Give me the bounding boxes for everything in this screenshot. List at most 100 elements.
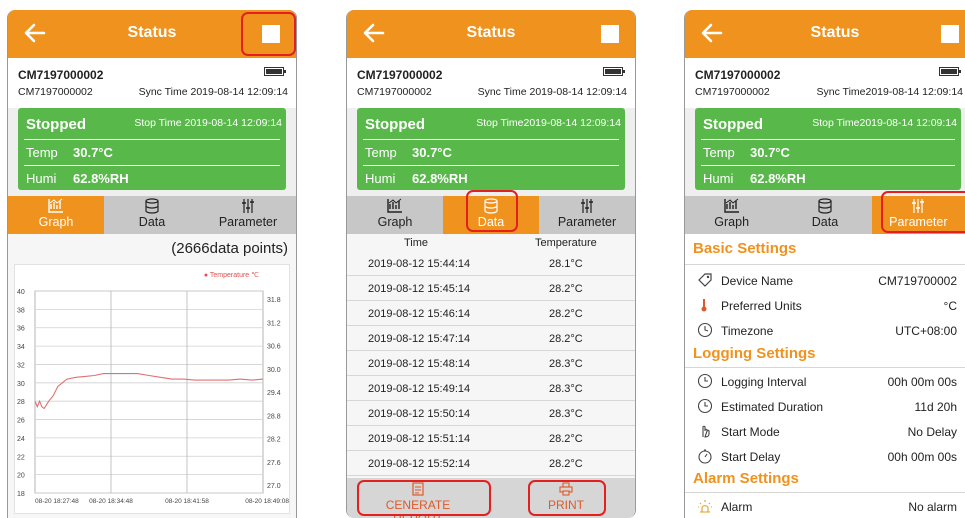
y-left-tick-label: 24 (17, 436, 25, 443)
row-temperature: 28.3°C (549, 383, 583, 395)
alarm-value: No alarm (908, 500, 957, 514)
legend-entry: ● Temperature ℃ (204, 272, 259, 279)
row-start-mode[interactable]: Start Mode No Delay (685, 419, 965, 444)
logging-interval-value: 00h 00m 00s (887, 375, 957, 389)
stopwatch-icon (698, 449, 712, 464)
status-state: Stopped (365, 116, 425, 133)
divider (701, 139, 955, 140)
timer-icon (697, 373, 713, 389)
sync-time: Sync Time2019-08-14 12:09:14 (816, 86, 963, 98)
row-time: 2019-08-12 15:44:14 (368, 258, 471, 270)
page-title: Status (466, 24, 516, 41)
divider (685, 264, 965, 265)
phone-screen-parameter: Status CM7197000002 CM7197000002 Sync Ti… (684, 10, 965, 518)
device-info: CM7197000002 CM7197000002 Sync Time2019-… (685, 58, 965, 108)
basic-settings-heading: Basic Settings (693, 240, 797, 257)
temp-label: Temp (703, 145, 735, 160)
logging-interval-label: Logging Interval (721, 375, 807, 389)
tab-graph-label: Graph (377, 215, 413, 229)
tab-graph[interactable]: Graph (347, 196, 443, 234)
start-delay-label: Start Delay (721, 450, 781, 464)
y-left-tick-label: 38 (17, 307, 25, 314)
sliders-icon (581, 199, 593, 213)
menu-square-button[interactable] (941, 25, 959, 43)
stop-time: Stop Time2019-08-14 12:09:14 (476, 117, 621, 129)
table-row: 2019-08-12 15:47:14 28.2°C (347, 327, 635, 351)
table-row: 2019-08-12 15:49:14 28.3°C (347, 377, 635, 401)
preferred-units-label: Preferred Units (721, 299, 802, 313)
top-bar: Status (347, 10, 635, 58)
tab-graph-label: Graph (714, 215, 750, 229)
tab-parameter[interactable]: Parameter (200, 196, 296, 234)
row-preferred-units[interactable]: Preferred Units °C (685, 293, 965, 318)
tab-data-label: Data (811, 215, 839, 229)
row-timezone[interactable]: Timezone UTC+08:00 (685, 318, 965, 343)
row-time: 2019-08-12 15:49:14 (368, 383, 471, 395)
highlight-menu-button (241, 12, 296, 56)
table-row: 2019-08-12 15:50:14 28.3°C (347, 402, 635, 426)
top-bar: Status (685, 10, 965, 58)
database-icon (818, 198, 832, 214)
temp-label: Temp (365, 145, 397, 160)
duration-icon (697, 398, 713, 414)
tab-graph[interactable]: Graph (8, 196, 104, 234)
y-right-tick-label: 28.2 (267, 437, 281, 444)
row-temperature: 28.2°C (549, 458, 583, 470)
graph-icon (387, 198, 402, 213)
row-temperature: 28.2°C (549, 308, 583, 320)
x-tick-label: 08-20 18:34:48 (89, 498, 133, 505)
data-pane: Time Temperature 2019-08-12 15:44:14 28.1… (347, 234, 635, 518)
row-estimated-duration[interactable]: Estimated Duration 11d 20h (685, 394, 965, 419)
y-left-tick-label: 32 (17, 362, 25, 369)
battery-icon (264, 67, 286, 76)
y-left-tick-label: 28 (17, 399, 25, 406)
device-name-label: Device Name (721, 274, 794, 288)
stop-time: Stop Time2019-08-14 12:09:14 (812, 117, 957, 129)
x-tick-label: 08-20 18:27:48 (35, 498, 79, 505)
y-left-tick-label: 22 (17, 454, 25, 461)
x-tick-label: 08-20 18:49:08 (245, 498, 289, 505)
start-mode-value: No Delay (907, 425, 957, 439)
row-temperature: 28.3°C (549, 408, 583, 420)
y-right-tick-label: 27.0 (267, 483, 281, 490)
menu-square-button[interactable] (601, 25, 619, 43)
tab-graph-label: Graph (38, 215, 74, 229)
alarm-label: Alarm (721, 500, 753, 514)
temp-value: 30.7°C (750, 145, 790, 160)
temp-value: 30.7°C (73, 145, 113, 160)
y-left-tick-label: 34 (17, 344, 25, 351)
row-time: 2019-08-12 15:46:14 (368, 308, 471, 320)
tab-parameter[interactable]: Parameter (539, 196, 635, 234)
status-state: Stopped (26, 116, 86, 133)
start-mode-label: Start Mode (721, 425, 780, 439)
phone-screen-graph: Status CM7197000002 CM7197000002 Sync Ti… (7, 10, 297, 518)
highlight-generate-report (357, 480, 491, 516)
row-temperature: 28.3°C (549, 358, 583, 370)
tab-graph[interactable]: Graph (685, 196, 778, 234)
y-right-tick-label: 31.8 (267, 297, 281, 304)
clock-icon (697, 322, 713, 338)
timezone-label: Timezone (721, 324, 774, 338)
device-id: CM7197000002 (18, 86, 93, 98)
battery-icon (603, 67, 625, 76)
y-right-tick-label: 31.2 (267, 320, 281, 327)
status-card: Stopped Stop Time2019-08-14 12:09:14 Tem… (695, 108, 961, 190)
tab-data[interactable]: Data (104, 196, 200, 234)
device-name: CM7197000002 (357, 68, 443, 82)
status-card: Stopped Stop Time2019-08-14 12:09:14 Tem… (357, 108, 625, 190)
row-alarm[interactable]: Alarm No alarm (685, 494, 965, 518)
divider (24, 139, 280, 140)
row-time: 2019-08-12 15:47:14 (368, 333, 471, 345)
row-start-delay[interactable]: Start Delay 00h 00m 00s (685, 444, 965, 469)
row-device-name[interactable]: Device Name CM719700002 (685, 268, 965, 293)
row-logging-interval[interactable]: Logging Interval 00h 00m 00s (685, 369, 965, 394)
y-right-tick-label: 28.8 (267, 413, 281, 420)
device-id: CM7197000002 (357, 86, 432, 98)
y-left-tick-label: 40 (17, 289, 25, 296)
tab-data[interactable]: Data (778, 196, 871, 234)
tag-icon (698, 273, 712, 287)
hand-pointer-icon (702, 425, 710, 438)
y-right-tick-label: 30.6 (267, 344, 281, 351)
estimated-duration-label: Estimated Duration (721, 400, 824, 414)
device-info: CM7197000002 CM7197000002 Sync Time 2019… (8, 58, 296, 108)
